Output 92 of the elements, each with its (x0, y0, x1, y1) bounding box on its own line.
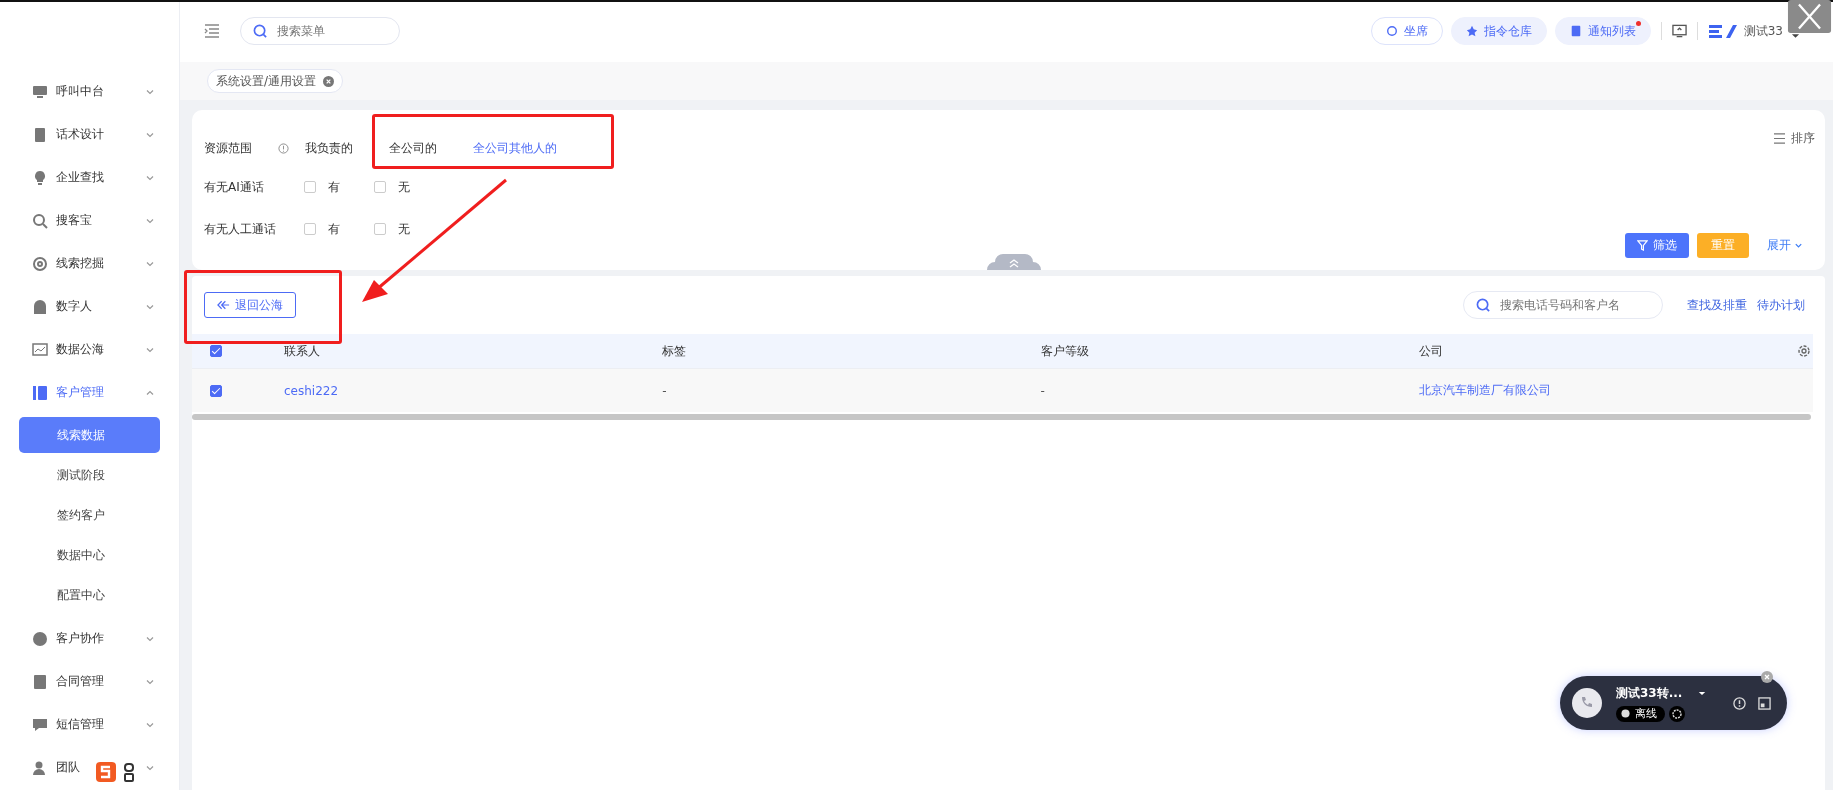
filter-option[interactable]: 我负责的 (305, 139, 353, 157)
chevron-icon (1794, 241, 1803, 250)
status-icon (1621, 709, 1630, 718)
toolbar-button[interactable]: 指令仓库 (1450, 17, 1547, 45)
toolbar-button[interactable]: 坐席 (1370, 17, 1443, 45)
column-header: 客户等级 (1040, 342, 1090, 360)
button-icon (1385, 25, 1398, 37)
checkbox[interactable] (210, 384, 222, 397)
column-header: 公司 (1418, 342, 1444, 360)
sidebar-item[interactable]: 短信管理 (0, 703, 179, 746)
monitor-icon (32, 83, 48, 100)
screen-icon[interactable] (1671, 24, 1687, 38)
table-link[interactable]: ceshi222 (284, 383, 663, 398)
search-icon (253, 24, 268, 39)
sidebar-subitem[interactable]: 配置中心 (19, 577, 160, 613)
toolbar-link[interactable]: 查找及排重 (1687, 296, 1747, 314)
filter-button[interactable]: 筛选 (1625, 233, 1689, 258)
table-cell-text: - (1040, 383, 1046, 398)
status-pill[interactable]: 离线 (1616, 705, 1665, 722)
sidebar-item[interactable]: 客户管理 (0, 371, 179, 414)
alert-icon[interactable] (1733, 696, 1746, 710)
settings-icon[interactable] (1797, 344, 1811, 358)
filter-label: 资源范围 (204, 139, 253, 157)
toolbar-button[interactable]: 通知列表 (1554, 17, 1651, 45)
contacts-icon (32, 384, 48, 401)
phone-icon[interactable] (1572, 688, 1602, 718)
caret-icon[interactable] (1698, 690, 1707, 696)
sidebar-item[interactable]: 数字人 (0, 285, 179, 328)
scrollbar[interactable] (192, 414, 1811, 420)
filter-label: 有无AI通话 (204, 178, 265, 196)
checkbox[interactable] (374, 181, 386, 193)
close-icon[interactable] (1761, 671, 1773, 683)
checkbox[interactable] (304, 181, 316, 193)
return-button[interactable]: 退回公海 (204, 292, 296, 318)
column-header: 标签 (662, 342, 688, 360)
sidebar-item[interactable]: 客户协作 (0, 617, 179, 660)
reply-all-icon (217, 300, 230, 310)
sidebar-subitem[interactable]: 签约客户 (19, 497, 160, 533)
search-field[interactable]: 搜索电话号码和客户名 (1463, 291, 1663, 319)
target-icon (32, 255, 48, 272)
window-icon[interactable] (1758, 696, 1771, 710)
sort-button[interactable]: 排序 (1773, 130, 1815, 147)
sidebar-item[interactable]: 呼叫中台 (0, 70, 179, 113)
checkbox-label: 无 (398, 178, 410, 196)
sidebar-subitem[interactable]: 线索数据 (19, 417, 160, 453)
ghost-icon (32, 298, 48, 315)
sidebar-item[interactable]: 数据公海 (0, 328, 179, 371)
bulb-icon (32, 169, 48, 186)
filter-icon (1637, 240, 1648, 251)
sidebar-item[interactable]: 搜客宝 (0, 199, 179, 242)
search-icon (1476, 298, 1491, 313)
toolbar-link[interactable]: 待办计划 (1757, 296, 1805, 314)
expand-link[interactable]: 展开 (1767, 237, 1803, 254)
search-circle-icon (32, 212, 48, 229)
sidebar-item[interactable]: 线索挖掘 (0, 242, 179, 285)
table-link[interactable]: 北京汽车制造厂有限公司 (1418, 382, 1797, 399)
palette-icon (32, 630, 48, 647)
chart-icon (32, 341, 48, 358)
table-cell-text: - (662, 383, 668, 398)
sidebar-subitem[interactable]: 数据中心 (19, 537, 160, 573)
user-name[interactable]: 测试33 (1743, 22, 1783, 40)
chat-icon (32, 716, 48, 733)
settings-icon[interactable] (1669, 705, 1685, 722)
logo-icon (1707, 23, 1738, 39)
filter-label: 有无人工通话 (204, 220, 277, 238)
page-tab[interactable]: 系统设置/通用设置 (207, 69, 344, 93)
notification-dot (1635, 21, 1641, 26)
filter-option[interactable]: 全公司的 (389, 139, 437, 157)
sidebar-item[interactable]: 团队 (0, 746, 179, 789)
search-field[interactable]: 搜索菜单 (240, 17, 400, 45)
sort-icon (1773, 133, 1786, 144)
checkbox[interactable] (374, 223, 386, 235)
button-icon (1569, 25, 1582, 37)
sidebar-item[interactable]: 合同管理 (0, 660, 179, 703)
sidebar-item[interactable]: 话术设计 (0, 113, 179, 156)
filter-option[interactable]: 全公司其他人的 (473, 139, 557, 157)
sidebar-item[interactable]: 企业查找 (0, 156, 179, 199)
checkbox-label: 无 (398, 220, 410, 238)
checkbox-label: 有 (328, 220, 340, 238)
checkbox[interactable] (304, 223, 316, 235)
checkbox[interactable] (210, 345, 222, 357)
person-icon (32, 759, 48, 776)
menu-icon[interactable] (204, 24, 220, 38)
agent-name: 测试33转... (1616, 684, 1683, 702)
button-icon (1465, 25, 1478, 37)
sidebar-subitem[interactable]: 测试阶段 (19, 457, 160, 493)
book-icon (32, 126, 48, 143)
info-icon (278, 142, 289, 154)
collapse-handle[interactable] (987, 254, 1041, 270)
clipboard-icon (32, 673, 48, 690)
column-header: 联系人 (284, 342, 321, 360)
checkbox-label: 有 (328, 178, 340, 196)
